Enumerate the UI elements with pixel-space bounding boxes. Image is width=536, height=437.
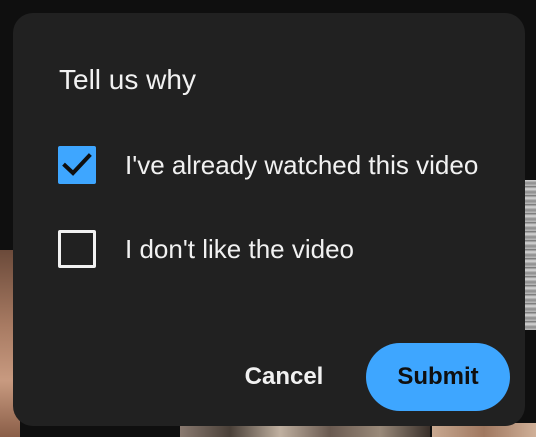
checkbox-dont-like[interactable] — [58, 230, 96, 268]
option-dont-like[interactable]: I don't like the video — [58, 229, 354, 269]
submit-button[interactable]: Submit — [366, 343, 510, 411]
option-label-already-watched: I've already watched this video — [125, 149, 479, 180]
dialog-title: Tell us why — [59, 64, 196, 95]
feedback-dialog: Tell us why I've already watched this vi… — [13, 13, 525, 426]
option-label-dont-like: I don't like the video — [125, 233, 354, 264]
option-already-watched[interactable]: I've already watched this video — [58, 145, 478, 185]
checkbox-already-watched[interactable] — [58, 146, 96, 184]
checkmark-icon — [62, 153, 92, 176]
cancel-button[interactable]: Cancel — [229, 352, 339, 402]
